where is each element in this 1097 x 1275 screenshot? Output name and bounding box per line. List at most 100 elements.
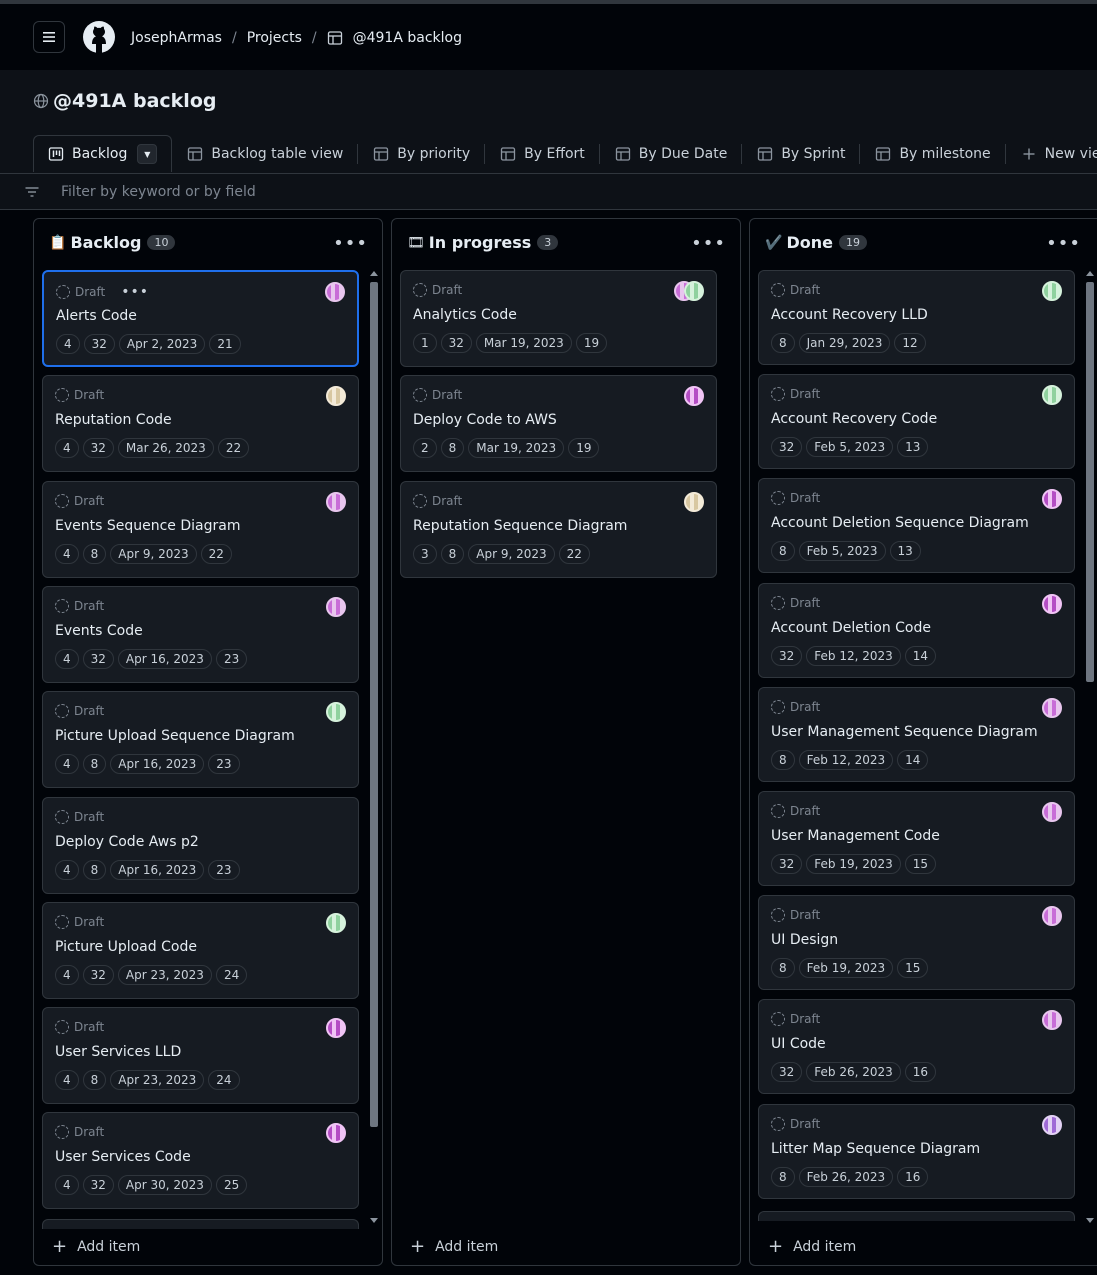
- card[interactable]: Draft User Management Sequence Diagram 8 Fe…: [758, 687, 1075, 782]
- card-title[interactable]: Account Recovery Code: [771, 411, 937, 427]
- card[interactable]: Draft UI Code 32 Feb 26, 2023 16: [758, 999, 1075, 1094]
- tab-by-effort[interactable]: By Effort: [485, 135, 600, 172]
- avatar[interactable]: [1042, 1115, 1062, 1135]
- card[interactable]: Draft Events Code 4 32 Apr 16, 2023 23: [42, 586, 359, 683]
- card-title[interactable]: UI Design: [771, 932, 838, 948]
- draft-status: Draft: [771, 1012, 820, 1026]
- avatar[interactable]: [1042, 906, 1062, 926]
- more-options-icon[interactable]: •••: [691, 233, 726, 254]
- breadcrumb-project[interactable]: @491A backlog: [353, 30, 462, 46]
- scrollbar-thumb[interactable]: [370, 282, 378, 1127]
- new-view-button[interactable]: New view: [1006, 135, 1097, 172]
- avatar[interactable]: [326, 702, 346, 722]
- card[interactable]: Draft Picture Upload Sequence Diagram 4 8 Ap…: [42, 691, 359, 788]
- avatar[interactable]: [326, 913, 346, 933]
- avatar[interactable]: [326, 1123, 346, 1143]
- avatar[interactable]: [1042, 281, 1062, 301]
- card[interactable]: Draft Account Deletion Code 32 Feb 12, 2023…: [758, 583, 1075, 678]
- add-item-button[interactable]: + Add item: [410, 1236, 498, 1257]
- partial-card[interactable]: [42, 1219, 359, 1229]
- filter-bar[interactable]: Filter by keyword or by field: [0, 173, 1097, 210]
- avatar[interactable]: [1042, 489, 1062, 509]
- tab-backlog-table-view[interactable]: Backlog table view: [172, 135, 359, 172]
- more-options-icon[interactable]: •••: [333, 233, 368, 254]
- tab-backlog[interactable]: Backlog ▼: [33, 135, 173, 172]
- card[interactable]: Draft User Services LLD 4 8 Apr 23, 2023 24: [42, 1007, 359, 1104]
- avatar[interactable]: [674, 281, 704, 301]
- chevron-down-icon[interactable]: ▼: [137, 144, 158, 164]
- card-title[interactable]: User Management Code: [771, 828, 940, 844]
- card[interactable]: Draft Events Sequence Diagram 4 8 Apr 9, 202…: [42, 481, 359, 578]
- card-title[interactable]: Deploy Code to AWS: [413, 412, 557, 428]
- add-item-button[interactable]: + Add item: [52, 1236, 140, 1257]
- card-title[interactable]: Picture Upload Sequence Diagram: [55, 728, 295, 744]
- card-title[interactable]: Alerts Code: [56, 308, 137, 324]
- card[interactable]: Draft Deploy Code Aws p2 4 8 Apr 16, 2023 23: [42, 797, 359, 894]
- avatar[interactable]: [326, 492, 346, 512]
- card-title[interactable]: User Services Code: [55, 1149, 191, 1165]
- card[interactable]: Draft User Management Code 32 Feb 19, 2023 1…: [758, 791, 1075, 886]
- add-item-button[interactable]: + Add item: [768, 1236, 856, 1257]
- card-title[interactable]: UI Code: [771, 1036, 826, 1052]
- github-icon[interactable]: [83, 21, 115, 53]
- card-fields: 2 8 Mar 19, 2023 19: [413, 438, 603, 458]
- card-title[interactable]: Analytics Code: [413, 307, 517, 323]
- avatar[interactable]: [1042, 1010, 1062, 1030]
- scrollbar[interactable]: [368, 267, 380, 1227]
- card-title[interactable]: Deploy Code Aws p2: [55, 834, 199, 850]
- card-title[interactable]: Reputation Code: [55, 412, 172, 428]
- card[interactable]: Draft Analytics Code 1 32 Mar 19, 2023 19: [400, 270, 717, 367]
- card-title[interactable]: Events Code: [55, 623, 143, 639]
- breadcrumb-owner[interactable]: JosephArmas: [131, 30, 222, 46]
- card-title[interactable]: Account Deletion Sequence Diagram: [771, 515, 1029, 531]
- card-title[interactable]: Picture Upload Code: [55, 939, 197, 955]
- card[interactable]: Draft Deploy Code to AWS 2 8 Mar 19, 2023 19: [400, 375, 717, 472]
- avatar[interactable]: [325, 282, 345, 302]
- scroll-down-arrow[interactable]: [370, 1218, 378, 1223]
- scroll-up-arrow[interactable]: [370, 271, 378, 276]
- card[interactable]: Draft Reputation Sequence Diagram 3 8 Apr 9,…: [400, 481, 717, 578]
- avatar[interactable]: [326, 386, 346, 406]
- breadcrumb-projects[interactable]: Projects: [247, 30, 302, 46]
- breadcrumb-separator: /: [231, 30, 237, 46]
- card[interactable]: Draft User Services Code 4 32 Apr 30, 2023 25: [42, 1112, 359, 1209]
- tab-by-priority[interactable]: By priority: [358, 135, 486, 172]
- card[interactable]: Draft Reputation Code 4 32 Mar 26, 2023 22: [42, 375, 359, 472]
- card-title[interactable]: User Management Sequence Diagram: [771, 724, 1038, 740]
- avatar[interactable]: [1042, 594, 1062, 614]
- partial-card[interactable]: [758, 1211, 1075, 1221]
- card[interactable]: Draft UI Design 8 Feb 19, 2023 15: [758, 895, 1075, 990]
- hamburger-icon[interactable]: [33, 21, 65, 53]
- avatar[interactable]: [684, 386, 704, 406]
- tab-by-milestone[interactable]: By milestone: [860, 135, 1006, 172]
- avatar[interactable]: [1042, 802, 1062, 822]
- card[interactable]: Draft Picture Upload Code 4 32 Apr 23, 2023 2…: [42, 902, 359, 999]
- filter-input[interactable]: Filter by keyword or by field: [61, 184, 256, 200]
- scroll-up-arrow[interactable]: [1086, 271, 1094, 276]
- tab-label: By Effort: [524, 145, 585, 162]
- card-title[interactable]: Account Deletion Code: [771, 620, 931, 636]
- avatar[interactable]: [1042, 698, 1062, 718]
- card[interactable]: Draft Account Deletion Sequence Diagram 8 F…: [758, 478, 1075, 573]
- card[interactable]: Draft Litter Map Sequence Diagram 8 Feb 26,…: [758, 1104, 1075, 1199]
- card[interactable]: Draft Account Recovery Code 32 Feb 5, 2023 1…: [758, 374, 1075, 469]
- avatar[interactable]: [326, 1018, 346, 1038]
- card-title[interactable]: User Services LLD: [55, 1044, 181, 1060]
- draft-circle-icon: [55, 810, 69, 824]
- scroll-down-arrow[interactable]: [1086, 1218, 1094, 1223]
- scrollbar-thumb[interactable]: [1086, 282, 1094, 682]
- card-title[interactable]: Account Recovery LLD: [771, 307, 928, 323]
- avatar[interactable]: [326, 597, 346, 617]
- card-title[interactable]: Litter Map Sequence Diagram: [771, 1141, 980, 1157]
- card[interactable]: Draft ••• Alerts Code 4 32 Apr 2, 2023 21: [42, 270, 359, 367]
- card-title[interactable]: Reputation Sequence Diagram: [413, 518, 627, 534]
- card-title[interactable]: Events Sequence Diagram: [55, 518, 240, 534]
- card-more-icon[interactable]: •••: [121, 284, 149, 300]
- avatar[interactable]: [684, 492, 704, 512]
- more-options-icon[interactable]: •••: [1046, 233, 1081, 254]
- scrollbar[interactable]: [1084, 267, 1096, 1227]
- card[interactable]: Draft Account Recovery LLD 8 Jan 29, 2023 12: [758, 270, 1075, 365]
- tab-by-sprint[interactable]: By Sprint: [742, 135, 861, 172]
- tab-by-due-date[interactable]: By Due Date: [600, 135, 743, 172]
- avatar[interactable]: [1042, 385, 1062, 405]
